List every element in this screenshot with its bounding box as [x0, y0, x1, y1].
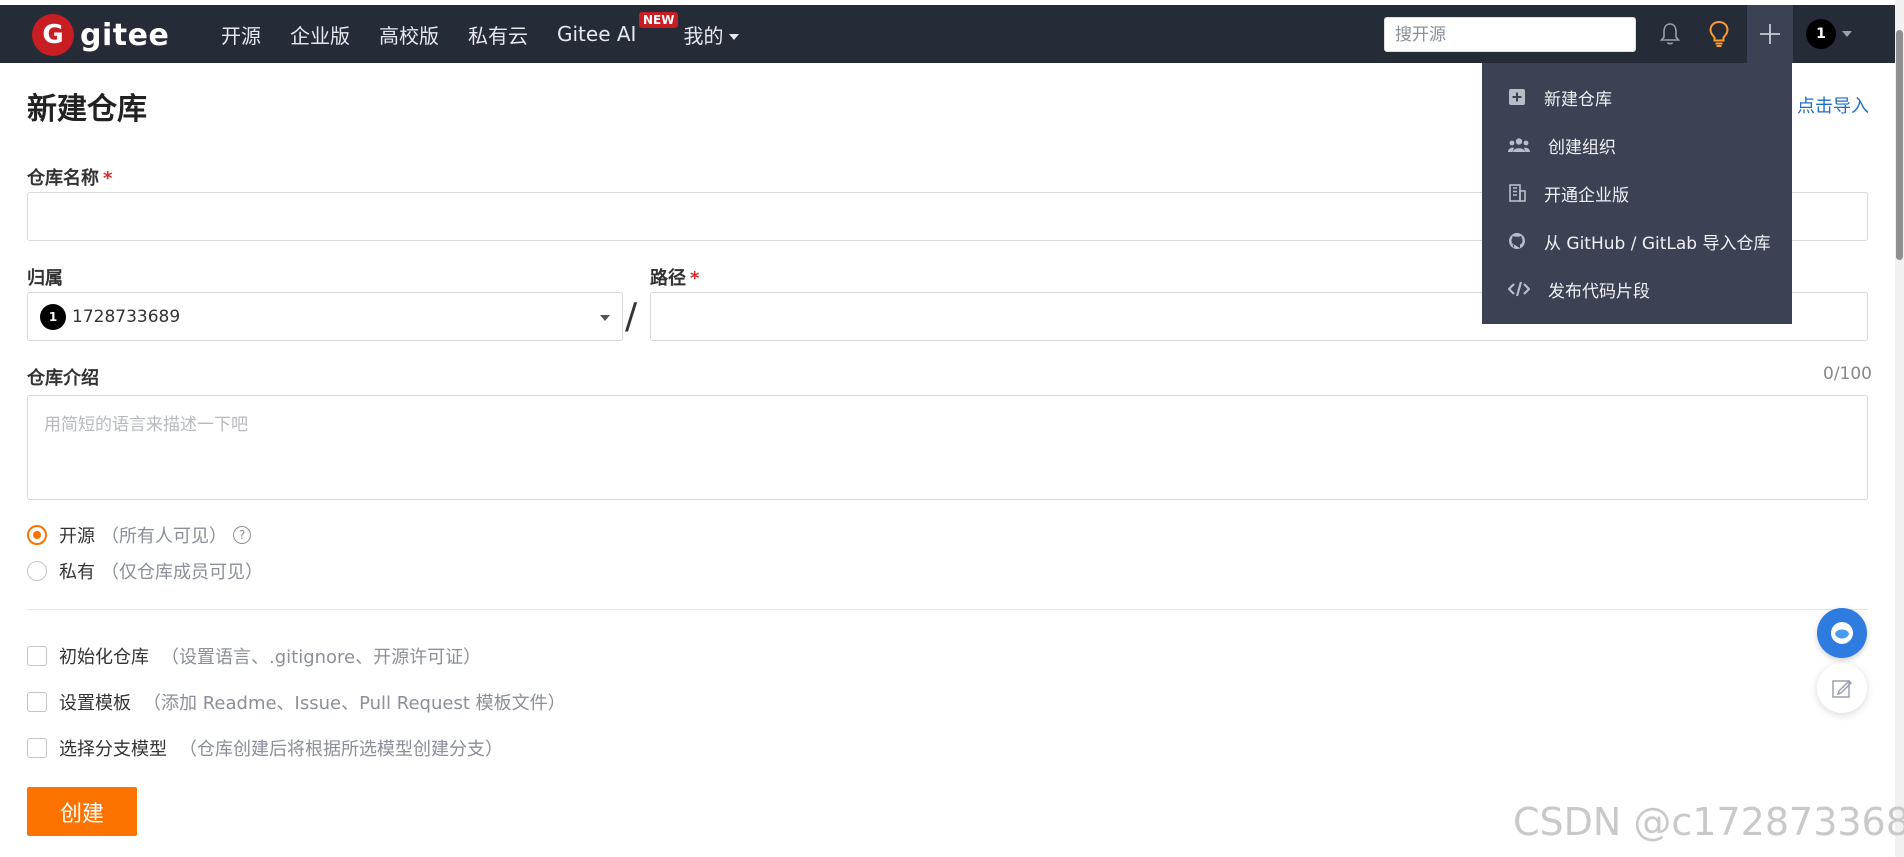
page-title: 新建仓库 [27, 92, 147, 127]
nav-links: 开源 企业版 高校版 私有云 Gitee AI NEW 我的 [221, 5, 768, 63]
chevron-down-icon [600, 315, 610, 321]
description-textarea[interactable] [27, 395, 1868, 500]
description-label: 仓库介绍 [27, 368, 99, 389]
init-repo-label: 初始化仓库 [59, 647, 149, 668]
nav-link-gitee-ai[interactable]: Gitee AI NEW [557, 12, 679, 46]
private-hint: （仅仓库成员可见） [101, 562, 263, 583]
description-counter: 0/100 [1823, 364, 1872, 384]
template-checkbox[interactable] [27, 692, 47, 712]
public-radio[interactable] [27, 525, 47, 545]
dropdown-item-create-org[interactable]: 创建组织 [1482, 121, 1792, 169]
repo-name-label-text: 仓库名称 [27, 168, 99, 189]
help-icon[interactable]: ? [233, 526, 251, 544]
owner-label: 归属 [27, 268, 63, 289]
nav-link-open-source[interactable]: 开源 [221, 20, 261, 49]
square-plus-icon [1509, 89, 1525, 105]
code-icon [1508, 281, 1530, 297]
dropdown-item-enterprise[interactable]: 开通企业版 [1482, 169, 1792, 217]
create-plus-button[interactable] [1747, 5, 1793, 63]
avatar: 1 [1806, 19, 1836, 49]
page-root: G gitee 开源 企业版 高校版 私有云 Gitee AI NEW 我的 搜… [0, 0, 1904, 857]
nav-link-mine[interactable]: 我的 [683, 20, 740, 49]
branch-model-label: 选择分支模型 [59, 739, 167, 760]
edit-icon [1832, 679, 1853, 698]
chevron-down-icon [1842, 31, 1852, 37]
lightbulb-icon[interactable] [1704, 19, 1734, 49]
create-dropdown-menu: 新建仓库 创建组织 开通企业版 从 GitHub / GitLab 导入仓库 发… [1482, 63, 1792, 324]
new-badge: NEW [638, 12, 679, 28]
required-mark: * [690, 268, 700, 289]
dropdown-item-snippet[interactable]: 发布代码片段 [1482, 265, 1792, 313]
bell-icon[interactable] [1655, 19, 1685, 49]
path-separator: / [625, 296, 638, 337]
visibility-private-option[interactable]: 私有 （仅仓库成员可见） [27, 558, 263, 584]
template-label: 设置模板 [59, 693, 131, 714]
dropdown-item-new-repo[interactable]: 新建仓库 [1482, 73, 1792, 121]
dropdown-item-label: 从 GitHub / GitLab 导入仓库 [1544, 233, 1771, 254]
owner-value: 1728733689 [72, 306, 181, 327]
scrollbar-thumb[interactable] [1896, 30, 1903, 260]
owner-avatar: 1 [40, 303, 66, 330]
building-icon [1509, 184, 1526, 202]
nav-link-education[interactable]: 高校版 [379, 20, 439, 49]
init-repo-checkbox[interactable] [27, 646, 47, 666]
private-label: 私有 [59, 562, 95, 583]
gitee-logo-text: gitee [80, 17, 170, 53]
dropdown-item-label: 开通企业版 [1544, 185, 1629, 206]
gitee-logo-icon: G [32, 14, 74, 56]
top-navbar: G gitee 开源 企业版 高校版 私有云 Gitee AI NEW 我的 搜… [0, 5, 1895, 63]
chevron-down-icon [729, 34, 740, 40]
owner-select[interactable]: 1 1728733689 [27, 292, 623, 341]
feedback-button[interactable] [1817, 663, 1867, 713]
chat-bubble-icon [1831, 622, 1853, 644]
nav-link-gitee-ai-label: Gitee AI [557, 22, 637, 46]
init-repo-option[interactable]: 初始化仓库 （设置语言、.gitignore、开源许可证） [27, 643, 481, 669]
import-link[interactable]: 点击导入 [1797, 92, 1869, 118]
dropdown-item-label: 创建组织 [1548, 137, 1616, 158]
private-radio[interactable] [27, 561, 47, 581]
user-menu[interactable]: 1 [1806, 19, 1852, 49]
nav-link-mine-label: 我的 [683, 23, 724, 48]
public-label: 开源 [59, 526, 95, 547]
required-mark: * [103, 168, 113, 189]
visibility-public-option[interactable]: 开源 （所有人可见） ? [27, 522, 251, 548]
repo-name-label: 仓库名称 * [27, 164, 112, 190]
github-icon [1509, 233, 1525, 249]
plus-icon [1760, 24, 1780, 44]
public-hint: （所有人可见） [101, 526, 227, 547]
nav-link-private-cloud[interactable]: 私有云 [468, 20, 528, 49]
dropdown-item-import[interactable]: 从 GitHub / GitLab 导入仓库 [1482, 217, 1792, 265]
template-hint: （添加 Readme、Issue、Pull Request 模板文件） [143, 693, 566, 714]
dropdown-item-label: 新建仓库 [1544, 89, 1612, 110]
chat-assistant-button[interactable] [1817, 608, 1867, 658]
create-button[interactable]: 创建 [27, 787, 137, 836]
init-repo-hint: （设置语言、.gitignore、开源许可证） [161, 647, 482, 668]
path-label: 路径 * [650, 264, 699, 290]
branch-model-hint: （仓库创建后将根据所选模型创建分支） [179, 739, 503, 760]
path-label-text: 路径 [650, 268, 686, 289]
users-icon [1508, 138, 1530, 152]
template-option[interactable]: 设置模板 （添加 Readme、Issue、Pull Request 模板文件） [27, 689, 566, 715]
gitee-logo[interactable]: G gitee [32, 14, 169, 56]
watermark: CSDN @c1728733689 [1513, 800, 1904, 844]
nav-link-enterprise[interactable]: 企业版 [290, 20, 350, 49]
branch-model-option[interactable]: 选择分支模型 （仓库创建后将根据所选模型创建分支） [27, 735, 503, 761]
divider [27, 609, 1868, 610]
search-input[interactable] [1384, 17, 1636, 52]
branch-model-checkbox[interactable] [27, 738, 47, 758]
dropdown-item-label: 发布代码片段 [1548, 281, 1650, 302]
